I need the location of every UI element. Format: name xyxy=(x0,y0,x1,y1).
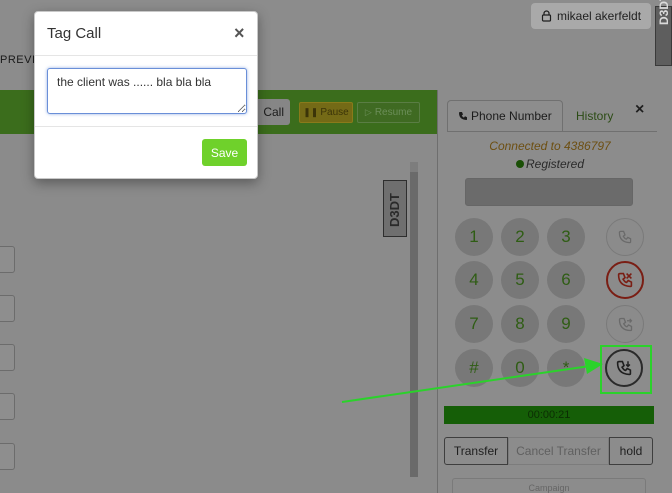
modal-close-button[interactable]: × xyxy=(234,24,245,42)
modal-header: Tag Call × xyxy=(35,12,257,56)
modal-divider xyxy=(35,126,257,127)
modal-title: Tag Call xyxy=(47,25,102,42)
tag-note-textarea[interactable]: the client was ...... bla bla bla xyxy=(47,68,247,114)
save-button[interactable]: Save xyxy=(202,139,247,166)
tag-call-modal: Tag Call × the client was ...... bla bla… xyxy=(34,11,258,179)
